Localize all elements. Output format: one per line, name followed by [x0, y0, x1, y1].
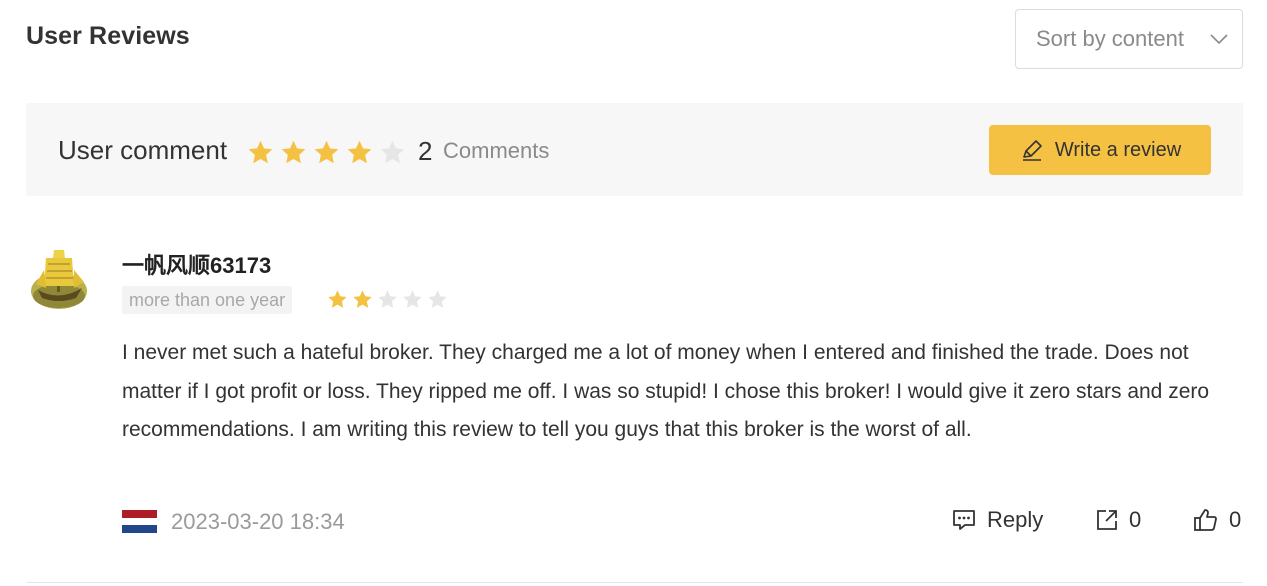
- review-rating-stars: [327, 289, 448, 310]
- flag-stripe-white: [122, 517, 157, 526]
- sort-dropdown-value: Sort by content: [1036, 26, 1184, 51]
- star-filled-icon: [353, 290, 372, 308]
- star-empty-icon: [428, 290, 447, 308]
- flag-stripe-red: [122, 510, 157, 518]
- review-username[interactable]: 一帆风顺63173: [122, 248, 271, 280]
- share-count: 0: [1129, 507, 1142, 532]
- star-empty-icon: [380, 140, 405, 164]
- divider: [26, 582, 1243, 583]
- review-text: I never met such a hateful broker. They …: [122, 341, 1210, 441]
- reply-label: Reply: [987, 507, 1044, 532]
- reviews-page: User Reviews Sort by content User commen…: [0, 0, 1267, 586]
- star-filled-icon: [281, 140, 306, 164]
- sort-dropdown[interactable]: Sort by content: [1015, 9, 1243, 69]
- star-filled-icon: [248, 140, 273, 164]
- share-icon: [1097, 510, 1117, 530]
- thumbs-up-icon: [1194, 509, 1217, 531]
- comment-count: 2: [418, 136, 433, 166]
- star-filled-icon: [328, 290, 347, 308]
- review-time-badge: more than one year: [122, 286, 293, 314]
- like-count: 0: [1229, 507, 1242, 532]
- comment-icon: [953, 510, 975, 530]
- flag-stripe-blue: [122, 525, 157, 533]
- rating-summary: User comment 2 Comments Write a review: [26, 103, 1243, 196]
- review-date: 2023-03-20 18:34: [171, 509, 345, 534]
- summary-rating-stars: [247, 139, 406, 166]
- like-button[interactable]: 0: [1193, 507, 1241, 533]
- star-empty-icon: [403, 290, 422, 308]
- avatar[interactable]: [30, 244, 90, 310]
- reply-button[interactable]: Reply: [951, 507, 1043, 533]
- write-review-button[interactable]: Write a review: [989, 125, 1211, 175]
- summary-label: User comment: [58, 135, 228, 165]
- chevron-down-icon: [1210, 34, 1228, 45]
- comment-count-label: Comments: [443, 138, 550, 163]
- pen-icon: [1022, 140, 1042, 161]
- page-title: User Reviews: [26, 22, 190, 50]
- netherlands-flag-icon: [122, 510, 157, 533]
- write-review-label: Write a review: [1054, 138, 1182, 161]
- star-filled-icon: [347, 140, 372, 164]
- star-filled-icon: [314, 140, 339, 164]
- star-empty-icon: [378, 290, 397, 308]
- share-button[interactable]: 0: [1095, 507, 1141, 533]
